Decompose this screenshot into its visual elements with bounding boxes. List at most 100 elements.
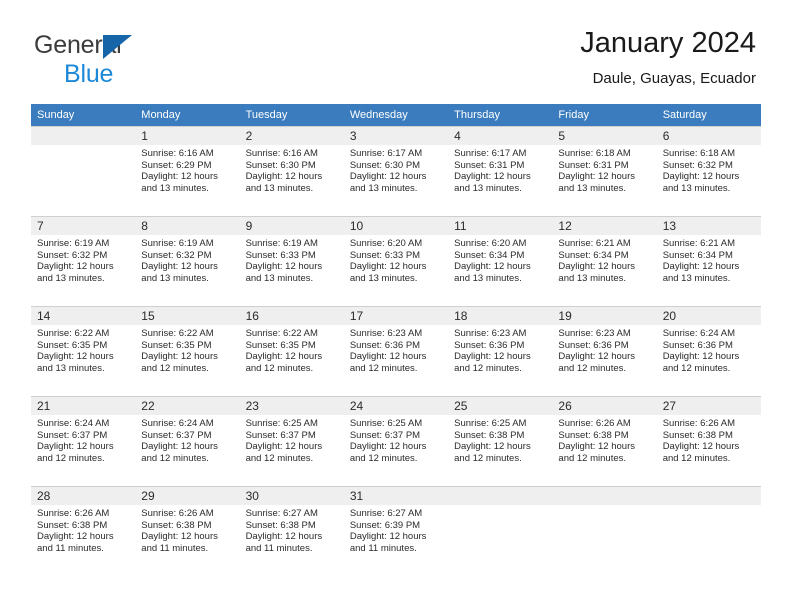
sunset-text: Sunset: 6:38 PM: [662, 429, 733, 441]
day-details: Sunrise: 6:18 AM Sunset: 6:31 PM Daylight:…: [552, 145, 656, 194]
calendar-cell: 20 Sunrise: 6:24 AM Sunset: 6:36 PM Dayligh…: [656, 306, 761, 396]
day-number: 23: [239, 397, 344, 415]
page-header: General Blue January 2024 Daule, Guayas,…: [0, 0, 792, 104]
daylight-text-line1: Daylight: 12 hours: [662, 261, 740, 273]
daylight-text-line1: Daylight: 12 hours: [558, 351, 635, 363]
day-cell[interactable]: 14 Sunrise: 6:22 AM Sunset: 6:35 PM Dayligh…: [31, 306, 136, 396]
day-cell[interactable]: 16 Sunrise: 6:22 AM Sunset: 6:35 PM Dayligh…: [239, 306, 344, 396]
day-cell[interactable]: 4 Sunrise: 6:17 AM Sunset: 6:31 PM Daylight…: [448, 126, 553, 216]
day-number: 5: [552, 127, 657, 145]
day-number: 2: [239, 127, 344, 145]
day-cell[interactable]: 10 Sunrise: 6:20 AM Sunset: 6:33 PM Dayligh…: [343, 216, 449, 306]
day-number: 9: [239, 217, 344, 235]
daylight-text-line2: and 13 minutes.: [558, 182, 627, 194]
calendar-week-row: 14 Sunrise: 6:22 AM Sunset: 6:35 PM Dayligh…: [31, 306, 761, 396]
day-cell[interactable]: 23 Sunrise: 6:25 AM Sunset: 6:37 PM Dayligh…: [239, 396, 344, 486]
day-cell[interactable]: 8 Sunrise: 6:19 AM Sunset: 6:32 PM Daylight…: [135, 216, 240, 306]
calendar-cell: 8 Sunrise: 6:19 AM Sunset: 6:32 PM Daylight…: [135, 216, 240, 306]
daylight-text-line1: Daylight: 12 hours: [558, 261, 635, 273]
day-cell[interactable]: 13 Sunrise: 6:21 AM Sunset: 6:34 PM Dayligh…: [656, 216, 761, 306]
daylight-text-line1: Daylight: 12 hours: [558, 171, 635, 183]
sunset-text: Sunset: 6:34 PM: [454, 249, 525, 261]
sunrise-text: Sunrise: 6:26 AM: [558, 418, 631, 429]
day-details: Sunrise: 6:22 AM Sunset: 6:35 PM Daylight:…: [31, 325, 135, 374]
day-cell[interactable]: 22 Sunrise: 6:24 AM Sunset: 6:37 PM Dayligh…: [135, 396, 240, 486]
day-details: Sunrise: 6:24 AM Sunset: 6:37 PM Daylight:…: [135, 415, 239, 464]
day-cell[interactable]: 20 Sunrise: 6:24 AM Sunset: 6:36 PM Dayligh…: [656, 306, 761, 396]
sunset-text: Sunset: 6:37 PM: [141, 429, 212, 441]
day-details: Sunrise: 6:26 AM Sunset: 6:38 PM Daylight:…: [657, 415, 761, 464]
day-details: Sunrise: 6:22 AM Sunset: 6:35 PM Daylight:…: [135, 325, 239, 374]
day-cell[interactable]: 21 Sunrise: 6:24 AM Sunset: 6:37 PM Dayligh…: [31, 396, 136, 486]
calendar-cell: [552, 486, 657, 576]
day-cell[interactable]: 6 Sunrise: 6:18 AM Sunset: 6:32 PM Daylight…: [656, 126, 761, 216]
daylight-text-line1: Daylight: 12 hours: [454, 261, 531, 273]
day-cell[interactable]: 31 Sunrise: 6:27 AM Sunset: 6:39 PM Dayligh…: [343, 486, 449, 576]
day-cell[interactable]: 9 Sunrise: 6:19 AM Sunset: 6:33 PM Daylight…: [239, 216, 344, 306]
day-cell[interactable]: 5 Sunrise: 6:18 AM Sunset: 6:31 PM Daylight…: [552, 126, 657, 216]
daylight-text-line2: and 13 minutes.: [454, 272, 522, 284]
day-details: Sunrise: 6:22 AM Sunset: 6:35 PM Daylight:…: [240, 325, 344, 374]
calendar-cell: 14 Sunrise: 6:22 AM Sunset: 6:35 PM Dayligh…: [31, 306, 136, 396]
day-cell[interactable]: 25 Sunrise: 6:25 AM Sunset: 6:38 PM Dayligh…: [448, 396, 553, 486]
day-cell[interactable]: 17 Sunrise: 6:23 AM Sunset: 6:36 PM Dayligh…: [343, 306, 449, 396]
calendar-cell: 3 Sunrise: 6:17 AM Sunset: 6:30 PM Daylight…: [343, 126, 449, 216]
daylight-text-line2: and 11 minutes.: [245, 542, 313, 554]
day-number: 13: [656, 217, 761, 235]
general-blue-logo[interactable]: General Blue: [34, 30, 234, 88]
sunrise-text: Sunrise: 6:22 AM: [37, 328, 110, 339]
sunrise-text: Sunrise: 6:26 AM: [662, 418, 736, 429]
day-cell[interactable]: 12 Sunrise: 6:21 AM Sunset: 6:34 PM Dayligh…: [552, 216, 657, 306]
calendar-cell: 1 Sunrise: 6:16 AM Sunset: 6:29 PM Daylight…: [135, 126, 240, 216]
day-cell[interactable]: 11 Sunrise: 6:20 AM Sunset: 6:34 PM Dayligh…: [448, 216, 553, 306]
daylight-text-line1: Daylight: 12 hours: [141, 441, 218, 453]
day-number: 29: [135, 487, 240, 505]
daylight-text-line2: and 13 minutes.: [37, 272, 105, 284]
day-cell[interactable]: 27 Sunrise: 6:26 AM Sunset: 6:38 PM Dayligh…: [656, 396, 761, 486]
sunrise-text: Sunrise: 6:25 AM: [245, 418, 318, 429]
daylight-text-line1: Daylight: 12 hours: [662, 441, 740, 453]
daylight-text-line2: and 13 minutes.: [454, 182, 522, 194]
calendar-cell: 17 Sunrise: 6:23 AM Sunset: 6:36 PM Dayligh…: [343, 306, 449, 396]
day-details: Sunrise: 6:20 AM Sunset: 6:33 PM Daylight:…: [344, 235, 448, 284]
day-cell[interactable]: 29 Sunrise: 6:26 AM Sunset: 6:38 PM Dayligh…: [135, 486, 240, 576]
daylight-text-line2: and 13 minutes.: [662, 182, 731, 194]
daylight-text-line1: Daylight: 12 hours: [454, 351, 531, 363]
day-cell[interactable]: 26 Sunrise: 6:26 AM Sunset: 6:38 PM Dayligh…: [552, 396, 657, 486]
daylight-text-line2: and 11 minutes.: [141, 542, 209, 554]
daylight-text-line1: Daylight: 12 hours: [37, 531, 114, 543]
day-cell[interactable]: 19 Sunrise: 6:23 AM Sunset: 6:36 PM Dayligh…: [552, 306, 657, 396]
sunrise-text: Sunrise: 6:22 AM: [141, 328, 214, 339]
day-cell[interactable]: 1 Sunrise: 6:16 AM Sunset: 6:29 PM Daylight…: [135, 126, 240, 216]
daylight-text-line1: Daylight: 12 hours: [454, 441, 531, 453]
sunrise-text: Sunrise: 6:20 AM: [454, 238, 527, 249]
sunset-text: Sunset: 6:31 PM: [454, 159, 525, 171]
day-details: Sunrise: 6:23 AM Sunset: 6:36 PM Daylight:…: [344, 325, 448, 374]
day-cell[interactable]: 15 Sunrise: 6:22 AM Sunset: 6:35 PM Dayligh…: [135, 306, 240, 396]
daylight-text-line1: Daylight: 12 hours: [349, 351, 427, 363]
sunset-text: Sunset: 6:38 PM: [245, 519, 316, 531]
day-cell[interactable]: 18 Sunrise: 6:23 AM Sunset: 6:36 PM Dayligh…: [448, 306, 553, 396]
day-details: Sunrise: 6:17 AM Sunset: 6:30 PM Daylight:…: [344, 145, 448, 194]
day-cell[interactable]: 30 Sunrise: 6:27 AM Sunset: 6:38 PM Dayligh…: [239, 486, 344, 576]
daylight-text-line2: and 11 minutes.: [37, 542, 104, 554]
calendar-cell: 24 Sunrise: 6:25 AM Sunset: 6:37 PM Dayligh…: [343, 396, 449, 486]
daylight-text-line2: and 12 minutes.: [558, 362, 627, 374]
day-number: 27: [656, 397, 761, 415]
day-cell[interactable]: 28 Sunrise: 6:26 AM Sunset: 6:38 PM Dayligh…: [31, 486, 136, 576]
day-cell[interactable]: 24 Sunrise: 6:25 AM Sunset: 6:37 PM Dayligh…: [343, 396, 449, 486]
sunset-text: Sunset: 6:37 PM: [245, 429, 316, 441]
sunrise-text: Sunrise: 6:26 AM: [37, 508, 110, 519]
day-number: [31, 127, 136, 145]
daylight-text-line2: and 12 minutes.: [245, 452, 314, 464]
daylight-text-line1: Daylight: 12 hours: [245, 351, 323, 363]
day-cell[interactable]: 7 Sunrise: 6:19 AM Sunset: 6:32 PM Daylight…: [31, 216, 136, 306]
day-cell-empty: [552, 486, 657, 576]
calendar-cell: 6 Sunrise: 6:18 AM Sunset: 6:32 PM Daylight…: [656, 126, 761, 216]
calendar-cell: 28 Sunrise: 6:26 AM Sunset: 6:38 PM Dayligh…: [31, 486, 136, 576]
sunrise-text: Sunrise: 6:22 AM: [245, 328, 318, 339]
day-number: [656, 487, 761, 505]
day-cell[interactable]: 3 Sunrise: 6:17 AM Sunset: 6:30 PM Daylight…: [343, 126, 449, 216]
day-cell[interactable]: 2 Sunrise: 6:16 AM Sunset: 6:30 PM Daylight…: [239, 126, 344, 216]
sunset-text: Sunset: 6:33 PM: [245, 249, 316, 261]
